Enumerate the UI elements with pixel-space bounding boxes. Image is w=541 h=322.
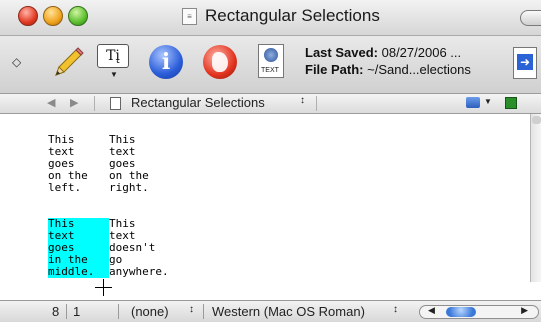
zoom-button[interactable] [68, 6, 88, 26]
file-path-label: File Path: [305, 62, 364, 77]
file-path-value: ~/Sand...elections [367, 62, 471, 77]
document-popup[interactable]: Rectangular Selections [131, 95, 265, 110]
minimize-button[interactable] [43, 6, 63, 26]
text-options-icon[interactable]: Tį [97, 44, 129, 68]
arrow-right-icon: ➜ [517, 54, 533, 70]
divider [66, 304, 67, 319]
info-icon[interactable]: i [149, 45, 183, 79]
text-line: anywhere. [109, 265, 169, 278]
chevron-down-icon[interactable]: ▼ [484, 97, 492, 106]
status-bar: 8 1 (none) ↕ Western (Mac OS Roman) ↕ ◀ … [0, 300, 541, 322]
title-bar: ≡ Rectangular Selections [0, 0, 541, 36]
horizontal-scrollbar[interactable]: ◀ ▶ [419, 305, 539, 319]
last-saved-value: 08/27/2006 ... [381, 45, 462, 60]
document-icon [110, 97, 121, 110]
last-saved-label: Last Saved: [305, 45, 378, 60]
more-tools-icon[interactable]: ➜ [513, 47, 537, 79]
language-popup[interactable]: (none) [131, 304, 169, 319]
divider [94, 96, 95, 111]
text-options-caret-icon[interactable]: ▼ [110, 70, 118, 79]
diamond-icon[interactable]: ◇ [12, 55, 21, 69]
line-number[interactable]: 8 [52, 304, 59, 319]
last-saved-row: Last Saved: 08/27/2006 ... [305, 44, 471, 61]
selected-text-line: middle. [48, 266, 109, 278]
column-number[interactable]: 1 [73, 304, 80, 319]
scrollbar-thumb[interactable] [532, 116, 541, 124]
scroll-left-arrow-icon[interactable]: ◀ [428, 305, 435, 316]
file-path-row: File Path: ~/Sand...elections [305, 61, 471, 78]
document-info: Last Saved: 08/27/2006 ... File Path: ~/… [305, 44, 471, 78]
pencil-icon[interactable] [50, 45, 86, 81]
scroll-right-arrow-icon[interactable]: ▶ [521, 305, 528, 316]
text-document-emblem-icon [264, 48, 278, 62]
popup-arrows-icon[interactable]: ↕ [393, 304, 398, 315]
navigation-bar: ◀ ▶ Rectangular Selections ↕ ▼ [0, 94, 541, 114]
crosshair-cursor-icon [95, 279, 112, 296]
text-document-icon[interactable]: TEXT [258, 44, 284, 78]
encoding-popup[interactable]: Western (Mac OS Roman) [212, 304, 365, 319]
scrollbar-thumb[interactable] [446, 307, 476, 317]
document-proxy-icon[interactable]: ≡ [182, 8, 197, 25]
globe-icon[interactable] [203, 45, 237, 79]
divider [316, 96, 317, 111]
text-document-label: TEXT [261, 67, 279, 74]
close-button[interactable] [18, 6, 38, 26]
back-arrow-icon[interactable]: ◀ [47, 96, 55, 109]
toolbar-toggle-button[interactable] [520, 10, 541, 26]
window-title: Rectangular Selections [205, 6, 380, 25]
popup-arrows-icon[interactable]: ↕ [300, 95, 305, 106]
bookmark-icon[interactable] [466, 97, 480, 108]
counterpart-icon[interactable] [505, 97, 517, 109]
popup-arrows-icon[interactable]: ↕ [189, 304, 194, 315]
toolbar: ◇ Tį ▼ i TEXT Last Saved: 08/27/2006 ...… [0, 36, 541, 94]
divider [203, 304, 204, 319]
text-line: right. [109, 181, 149, 194]
text-line: left. [48, 181, 82, 194]
forward-arrow-icon[interactable]: ▶ [70, 96, 78, 109]
vertical-scrollbar[interactable] [530, 114, 541, 282]
divider [118, 304, 119, 319]
